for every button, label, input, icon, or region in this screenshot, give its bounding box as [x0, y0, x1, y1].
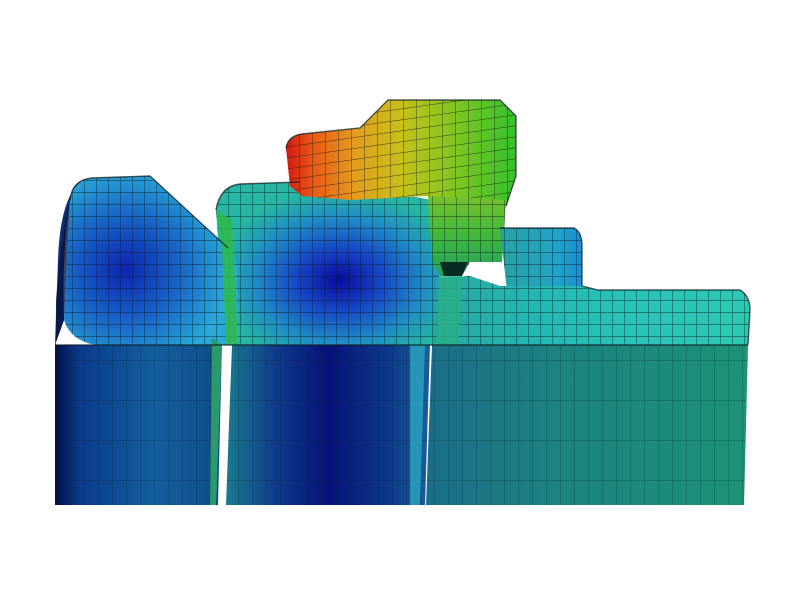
fea-contour-plot — [55, 99, 751, 505]
left-flange[interactable] — [55, 176, 238, 505]
right-housing[interactable] — [426, 228, 750, 505]
center-block[interactable] — [210, 182, 440, 505]
fea-viewport[interactable] — [0, 0, 800, 600]
